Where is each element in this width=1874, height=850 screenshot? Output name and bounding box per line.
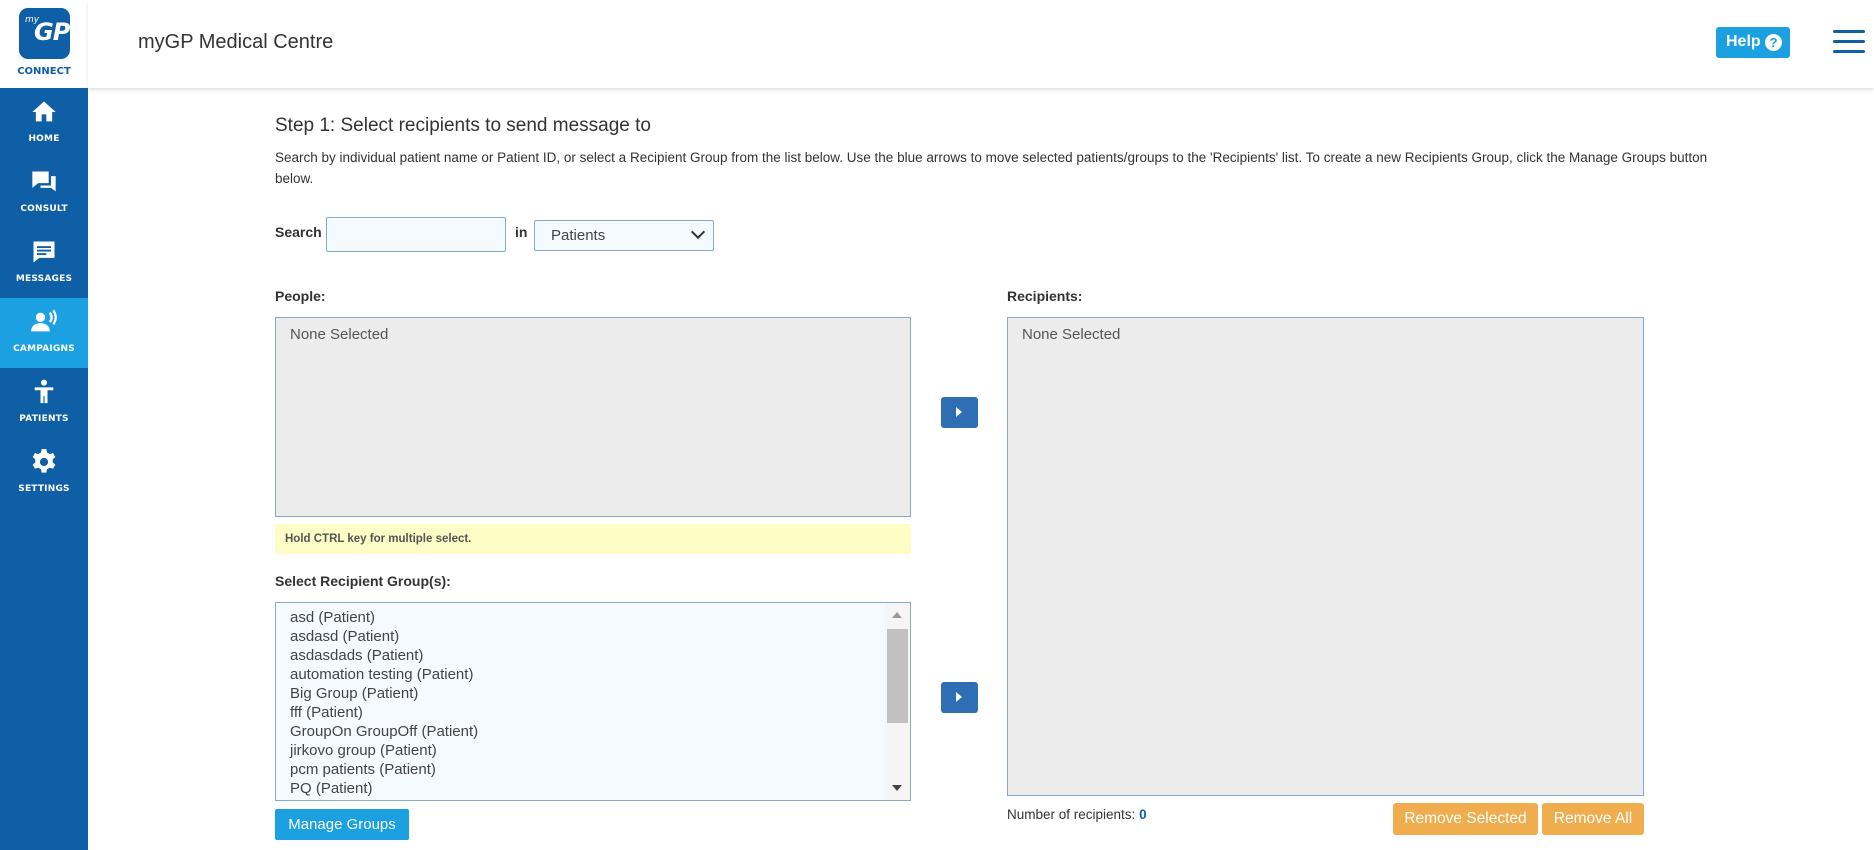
scroll-up-icon[interactable] [892,612,902,618]
sidebar-item-label: CAMPAIGNS [13,344,75,354]
page-title: myGP Medical Centre [138,31,334,53]
recipients-empty-text: None Selected [1022,326,1121,343]
remove-all-button[interactable]: Remove All [1542,803,1644,835]
chat-bubbles-icon [32,171,56,192]
arrow-right-icon [956,407,962,417]
logo-mark: my GP [19,8,70,59]
step-title: Step 1: Select recipients to send messag… [275,115,651,136]
list-item[interactable]: asd (Patient) [290,609,375,626]
recipients-count-value: 0 [1139,807,1147,822]
recipient-groups-label: Select Recipient Group(s): [275,573,451,589]
top-header: myGP Medical Centre Help ? [88,0,1874,88]
sidebar-item-campaigns[interactable]: CAMPAIGNS [0,298,88,368]
groups-scrollbar[interactable] [885,603,910,800]
list-item[interactable]: fff (Patient) [290,704,363,721]
search-scope-value: Patients [551,227,606,244]
step-description: Search by individual patient name or Pat… [275,150,1708,186]
sidebar-item-messages[interactable]: MESSAGES [0,228,88,298]
recipients-listbox[interactable]: None Selected [1007,317,1644,796]
list-item[interactable]: asdasdads (Patient) [290,647,423,664]
sidebar-item-label: SETTINGS [18,484,70,494]
sidebar-item-patients[interactable]: PATIENTS [0,368,88,438]
add-people-arrow-button[interactable] [941,397,978,428]
sidebar-item-home[interactable]: HOME [0,88,88,158]
logo[interactable]: my GP CONNECT [0,0,88,88]
add-groups-arrow-button[interactable] [941,682,978,713]
scrollbar-thumb[interactable] [887,629,908,723]
list-item[interactable]: jirkovo group (Patient) [290,742,437,759]
chevron-down-icon [690,224,706,240]
multi-select-hint: Hold CTRL key for multiple select. [275,524,911,554]
search-label: Search [275,224,322,240]
manage-groups-button[interactable]: Manage Groups [275,809,409,840]
sidebar-item-consult[interactable]: CONSULT [0,158,88,228]
in-label: in [515,224,528,240]
sidebar-item-label: CONSULT [20,204,68,214]
list-item[interactable]: GroupOn GroupOff (Patient) [290,723,478,740]
recipients-count-label: Number of recipients: [1007,807,1136,822]
search-scope-select[interactable]: Patients [534,220,714,251]
sidebar-item-label: PATIENTS [19,414,69,424]
question-icon: ? [1765,34,1782,51]
arrow-right-icon [956,692,962,702]
sidebar-item-label: HOME [28,134,60,144]
logo-caption: CONNECT [17,66,71,77]
message-icon [33,241,55,263]
person-icon [34,379,54,404]
logo-gp-text: GP [34,18,70,46]
list-item[interactable]: asdasd (Patient) [290,628,399,645]
people-label: People: [275,288,326,304]
scroll-down-icon[interactable] [892,785,902,791]
broadcast-person-icon [31,309,57,332]
people-listbox[interactable]: None Selected [275,317,911,517]
remove-selected-button[interactable]: Remove Selected [1393,803,1538,835]
sidebar-item-settings[interactable]: SETTINGS [0,438,88,508]
recipient-groups-listbox[interactable]: asd (Patient) asdasd (Patient) asdasdads… [275,602,911,801]
list-item[interactable]: Big Group (Patient) [290,685,418,702]
list-item[interactable]: automation testing (Patient) [290,666,473,683]
gear-icon [32,449,56,473]
list-item[interactable]: PQ (Patient) [290,780,373,797]
recipients-count: Number of recipients: 0 [1007,807,1147,822]
list-item[interactable]: pcm patients (Patient) [290,761,436,778]
menu-icon[interactable] [1833,30,1865,54]
help-button[interactable]: Help ? [1716,27,1790,58]
help-label: Help [1726,33,1761,50]
sidebar-item-label: MESSAGES [15,274,73,284]
home-icon [32,101,56,122]
recipients-label: Recipients: [1007,288,1083,304]
search-input[interactable] [326,217,506,252]
people-empty-text: None Selected [290,326,389,343]
sidebar: my GP CONNECT HOME CONSULT MESSAGES CAMP… [0,0,88,850]
